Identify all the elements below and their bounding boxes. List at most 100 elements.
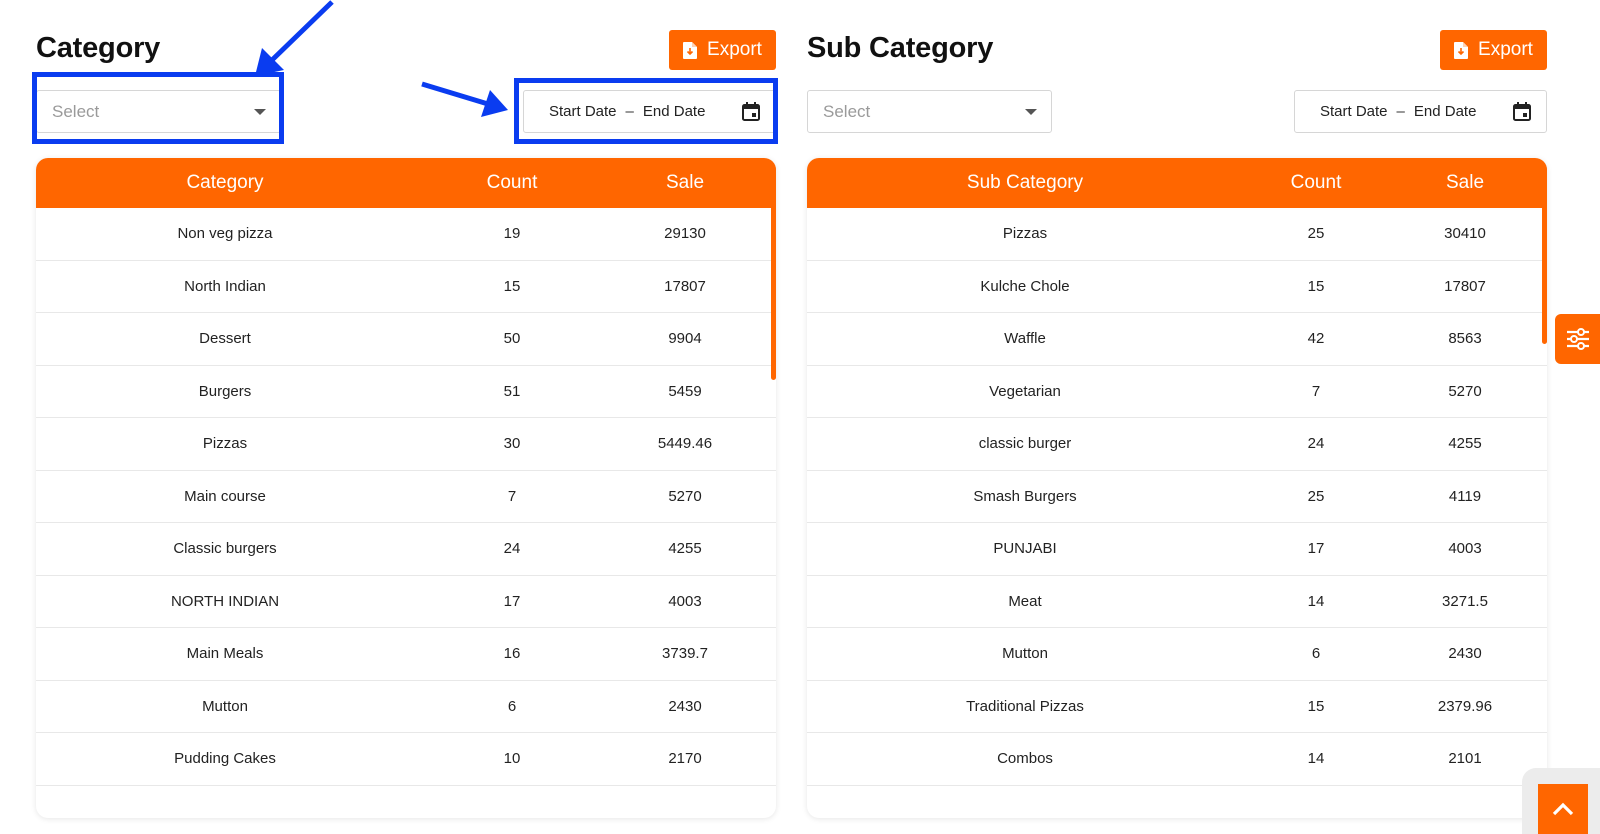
- cell-count: 14: [1307, 592, 1325, 610]
- category-table-body: Non veg pizza 19 29130 North Indian 15 17807 D…: [36, 208, 776, 786]
- cell-name: Vegetarian: [989, 382, 1061, 400]
- header-count[interactable]: Count: [414, 172, 610, 194]
- header-category[interactable]: Category: [36, 172, 414, 194]
- header-count[interactable]: Count: [1243, 172, 1389, 194]
- cell-sale: 5459: [668, 382, 702, 400]
- sub-category-export-button[interactable]: Export: [1440, 30, 1547, 70]
- category-export-label: Export: [707, 39, 762, 60]
- cell-count: 14: [1307, 750, 1325, 768]
- cell-sale: 5270: [1448, 382, 1482, 400]
- sub-category-table-body: Pizzas 25 30410 Kulche Chole 15 17807 Waffle 42…: [807, 208, 1547, 786]
- cell-count: 25: [1307, 225, 1325, 243]
- cell-name: NORTH INDIAN: [170, 592, 280, 610]
- cell-count: 51: [503, 382, 521, 400]
- cell-count: 19: [503, 225, 521, 243]
- table-row: Vegetarian 7 5270: [807, 365, 1547, 418]
- file-export-icon: [683, 41, 698, 59]
- header-sub-category[interactable]: Sub Category: [807, 172, 1243, 194]
- annotation-box-select: [32, 72, 284, 144]
- table-row: Smash Burgers 25 4119: [807, 470, 1547, 523]
- cell-sale: 4255: [1448, 435, 1482, 453]
- cell-sale: 29130: [664, 225, 706, 243]
- cell-sale: 4255: [668, 540, 702, 558]
- cell-sale: 2379.96: [1437, 697, 1493, 715]
- sub-category-table: Sub Category Count Sale Pizzas 25 30410 Kul…: [807, 158, 1547, 818]
- sliders-icon: [1566, 328, 1589, 350]
- category-export-button[interactable]: Export: [669, 30, 776, 70]
- scroll-to-top-button[interactable]: [1538, 784, 1588, 834]
- cell-count: 7: [507, 487, 517, 505]
- cell-sale: 8563: [1448, 330, 1482, 348]
- date-start-label: Start Date: [1320, 103, 1388, 120]
- cell-name: Dessert: [199, 330, 251, 348]
- cell-sale: 3271.5: [1442, 592, 1488, 610]
- sub-category-export-label: Export: [1478, 39, 1533, 60]
- table-row: classic burger 24 4255: [807, 418, 1547, 471]
- cell-name: Pizzas: [202, 435, 248, 453]
- table-row: NORTH INDIAN 17 4003: [36, 575, 776, 628]
- cell-name: Traditional Pizzas: [966, 697, 1084, 715]
- annotation-box-date: [514, 78, 778, 144]
- cell-name: Meat: [1008, 592, 1042, 610]
- cell-name: classic burger: [978, 435, 1072, 453]
- calendar-icon[interactable]: [1513, 102, 1531, 121]
- cell-sale: 9904: [668, 330, 702, 348]
- cell-name: Main Meals: [186, 645, 264, 663]
- sub-category-date-range[interactable]: Start Date – End Date: [1294, 90, 1547, 133]
- cell-sale: 5449.46: [657, 435, 713, 453]
- settings-side-tab[interactable]: [1555, 314, 1600, 364]
- cell-sale: 2430: [1448, 645, 1482, 663]
- table-row: PUNJABI 17 4003: [807, 523, 1547, 576]
- table-row: Dessert 50 9904: [36, 313, 776, 366]
- table-row: Non veg pizza 19 29130: [36, 208, 776, 261]
- cell-name: Combos: [997, 750, 1053, 768]
- cell-sale: 4003: [1448, 540, 1482, 558]
- cell-count: 10: [503, 750, 521, 768]
- cell-name: Main course: [184, 487, 266, 505]
- cell-sale: 17807: [664, 277, 706, 295]
- table-row: Pizzas 30 5449.46: [36, 418, 776, 471]
- cell-count: 17: [503, 592, 521, 610]
- cell-count: 30: [503, 435, 521, 453]
- table-row: Main course 7 5270: [36, 470, 776, 523]
- cell-count: 25: [1307, 487, 1325, 505]
- caret-down-icon: [1025, 108, 1037, 115]
- cell-name: Waffle: [1004, 330, 1046, 348]
- table-row: Traditional Pizzas 15 2379.96: [807, 680, 1547, 733]
- table-row: Burgers 51 5459: [36, 365, 776, 418]
- cell-count: 42: [1307, 330, 1325, 348]
- category-scrollbar[interactable]: [771, 158, 776, 380]
- header-sale[interactable]: Sale: [1389, 172, 1541, 194]
- cell-name: North Indian: [184, 277, 266, 295]
- table-row: North Indian 15 17807: [36, 260, 776, 313]
- sub-category-select[interactable]: Select: [807, 90, 1052, 133]
- cell-sale: 17807: [1444, 277, 1486, 295]
- report-page: Category Export Select Start Date – End …: [0, 0, 1600, 834]
- table-row: Main Meals 16 3739.7: [36, 628, 776, 681]
- chevron-up-icon: [1552, 802, 1574, 816]
- cell-sale: 5270: [668, 487, 702, 505]
- cell-name: Mutton: [1002, 645, 1048, 663]
- sub-category-title: Sub Category: [807, 32, 994, 64]
- header-sale[interactable]: Sale: [610, 172, 760, 194]
- cell-count: 7: [1311, 382, 1321, 400]
- cell-sale: 2170: [668, 750, 702, 768]
- cell-sale: 2101: [1448, 750, 1482, 768]
- table-row: Mutton 6 2430: [807, 628, 1547, 681]
- file-export-icon: [1454, 41, 1469, 59]
- cell-sale: 30410: [1444, 225, 1486, 243]
- cell-name: Pudding Cakes: [174, 750, 276, 768]
- sub-category-table-header: Sub Category Count Sale: [807, 158, 1547, 208]
- sub-category-scrollbar[interactable]: [1542, 158, 1547, 344]
- table-row: Waffle 42 8563: [807, 313, 1547, 366]
- date-separator: –: [1396, 103, 1405, 120]
- cell-name: Non veg pizza: [177, 225, 273, 243]
- cell-sale: 4119: [1448, 487, 1482, 505]
- sub-category-select-placeholder: Select: [823, 101, 871, 121]
- date-end-label: End Date: [1413, 103, 1477, 120]
- cell-name: Burgers: [198, 382, 252, 400]
- sub-category-panel: Sub Category Export Select Start Date – …: [807, 0, 1547, 820]
- category-table: Category Count Sale Non veg pizza 19 29130…: [36, 158, 776, 818]
- table-row: Combos 14 2101: [807, 733, 1547, 786]
- cell-name: Kulche Chole: [980, 277, 1070, 295]
